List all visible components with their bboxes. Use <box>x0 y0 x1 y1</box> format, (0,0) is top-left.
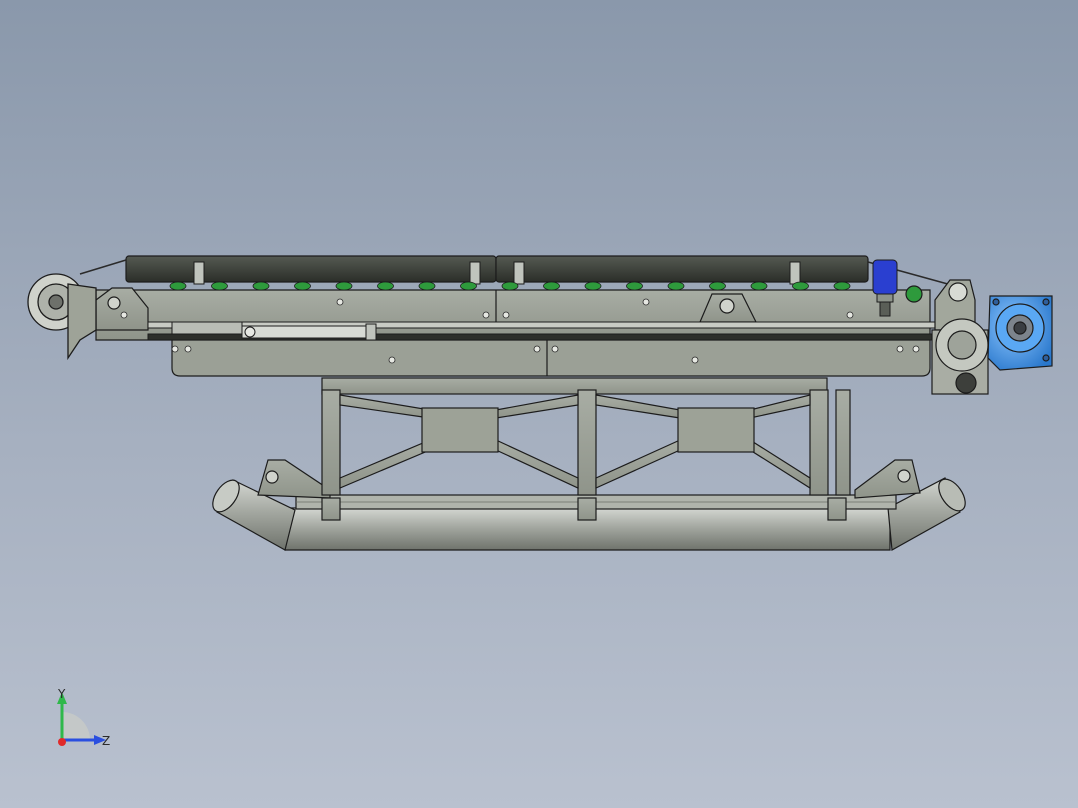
gear-motor[interactable] <box>987 295 1053 371</box>
tail-pulley[interactable] <box>27 273 97 361</box>
roller <box>750 281 768 291</box>
roller <box>626 281 643 291</box>
roller <box>792 281 809 291</box>
roller <box>460 281 477 291</box>
roller <box>709 281 726 291</box>
roller <box>667 281 685 291</box>
cad-viewport[interactable] <box>0 0 1078 808</box>
triad-plane <box>62 712 90 740</box>
roller <box>418 281 436 291</box>
coordinate-triad: Y Z <box>57 687 110 748</box>
roller <box>211 281 228 291</box>
roller <box>252 281 270 291</box>
base-gusset-left <box>257 459 331 499</box>
roller <box>377 281 394 291</box>
roller <box>584 281 602 291</box>
roller-row <box>169 281 851 291</box>
roller <box>294 281 311 291</box>
z-axis-label: Z <box>102 734 110 748</box>
y-axis-label: Y <box>57 687 66 701</box>
roller <box>501 281 519 291</box>
roller <box>833 281 851 291</box>
roller <box>169 281 187 291</box>
x-axis-dot <box>58 738 66 746</box>
base-gusset-right <box>854 459 921 499</box>
roller <box>335 281 353 291</box>
roller <box>543 281 560 291</box>
